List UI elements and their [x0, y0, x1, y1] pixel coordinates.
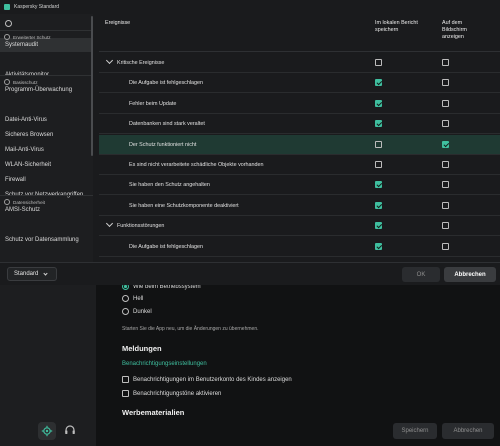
on-screen-checkbox[interactable] — [442, 161, 449, 168]
radio-icon — [122, 295, 129, 302]
chevron-down-icon[interactable] — [105, 56, 114, 65]
local-report-checkbox[interactable] — [375, 140, 382, 148]
cancel-button[interactable]: Abbrechen — [444, 267, 496, 282]
event-label: Sie haben eine Schutzkomponente deaktivi… — [129, 202, 239, 209]
child-notifications-label: Benachrichtigungen im Benutzerkonto des … — [133, 376, 292, 383]
table-row[interactable]: Datenbanken sind stark veraltet — [99, 114, 500, 135]
local-report-checkbox[interactable] — [375, 242, 382, 250]
headset-icon[interactable] — [64, 424, 76, 436]
table-row[interactable]: Sie haben den Schutz angehalten — [99, 175, 500, 196]
gear-icon — [41, 425, 53, 437]
title-bar: Kaspersky Standard — [0, 0, 500, 14]
window-title: Kaspersky Standard — [14, 4, 60, 10]
group-row[interactable]: Funktionsstörungen — [99, 216, 500, 237]
components-sidebar: SystemauditErweiterter SchutzAktivitätsm… — [0, 14, 93, 262]
theme-radio-light[interactable]: Hell — [122, 295, 143, 302]
settings-button[interactable] — [38, 422, 56, 440]
header-on-screen: Auf dem Bildschirm anzeigen — [442, 20, 467, 40]
notification-sounds-checkbox[interactable]: Benachrichtigungstöne aktivieren — [122, 390, 221, 397]
event-label: Die Aufgabe ist fehlgeschlagen — [129, 243, 204, 250]
on-screen-checkbox[interactable] — [442, 140, 449, 148]
on-screen-checkbox[interactable] — [442, 222, 449, 230]
shield-icon — [4, 199, 10, 205]
header-local-report: Im lokalen Bericht speichern — [375, 20, 418, 33]
on-screen-checkbox[interactable] — [442, 242, 449, 250]
sidebar-section-label: Basisschutz — [13, 79, 38, 85]
event-label: Datenbanken sind stark veraltet — [129, 121, 205, 128]
table-header: Ereignisse Im lokalen Bericht speichern … — [99, 14, 500, 52]
table-row[interactable]: Fehler beim Update — [99, 94, 500, 114]
event-label: Die Aufgabe ist fehlgeschlagen — [129, 80, 204, 87]
local-report-checkbox[interactable] — [375, 99, 382, 107]
on-screen-checkbox[interactable] — [442, 59, 449, 66]
sidebar-section-label: Datensicherheit — [13, 199, 45, 205]
notification-settings-link[interactable]: Benachrichtigungseinstellungen — [122, 361, 207, 367]
table-row[interactable]: Sie haben eine Schutzkomponente deaktivi… — [99, 196, 500, 216]
chevron-down-icon[interactable] — [105, 220, 114, 228]
shield-icon — [5, 20, 12, 27]
sidebar-item[interactable]: Firewall — [0, 173, 93, 187]
restart-note: Starten Sie die App neu, um die Änderung… — [122, 326, 259, 332]
event-label: Sie haben den Schutz angehalten — [129, 182, 210, 189]
preset-select-value: Standard — [14, 271, 39, 277]
local-report-checkbox[interactable] — [375, 222, 382, 230]
events-table: Ereignisse Im lokalen Bericht speichern … — [99, 14, 500, 262]
sidebar-item[interactable]: WLAN-Sicherheit — [0, 158, 93, 172]
event-label: Kritische Ereignisse — [117, 60, 165, 66]
local-report-checkbox[interactable] — [375, 79, 382, 87]
sidebar-section-label: Erweiterter Schutz — [13, 34, 51, 40]
theme-radio-dark-label: Dunkel — [133, 308, 152, 315]
table-row[interactable]: Der Schutz funktioniert nicht — [99, 134, 500, 155]
sidebar-item[interactable]: Sicheres Browsen — [0, 128, 93, 142]
shield-icon — [4, 34, 10, 40]
save-button[interactable]: Speichern — [393, 423, 437, 439]
sidebar-item[interactable]: Datei-Anti-Virus — [0, 113, 93, 127]
checkbox-icon — [122, 376, 129, 383]
event-label: Funktionsstörungen — [117, 223, 165, 230]
on-screen-checkbox[interactable] — [442, 79, 449, 87]
ok-button[interactable]: OK — [402, 267, 440, 282]
background-cancel-button[interactable]: Abbrechen — [442, 423, 494, 439]
child-notifications-checkbox[interactable]: Benachrichtigungen im Benutzerkonto des … — [122, 376, 292, 383]
event-label: Der Schutz funktioniert nicht — [129, 141, 197, 148]
event-label: Fehler beim Update — [129, 100, 177, 107]
local-report-checkbox[interactable] — [375, 201, 382, 209]
shield-icon — [4, 79, 10, 85]
local-report-checkbox[interactable] — [375, 181, 382, 189]
sidebar-item[interactable]: Mail-Anti-Virus — [0, 143, 93, 157]
notifications-heading: Meldungen — [122, 344, 162, 353]
promo-heading: Werbematerialien — [122, 408, 185, 417]
theme-radio-dark[interactable]: Dunkel — [122, 308, 152, 315]
sidebar-scrollbar[interactable] — [91, 16, 93, 156]
sidebar-section: Datensicherheit — [0, 196, 93, 208]
local-report-checkbox[interactable] — [375, 161, 382, 168]
header-events: Ereignisse — [105, 20, 131, 26]
on-screen-checkbox[interactable] — [442, 99, 449, 107]
on-screen-checkbox[interactable] — [442, 201, 449, 209]
on-screen-checkbox[interactable] — [442, 181, 449, 189]
preset-select[interactable]: Standard — [7, 267, 57, 281]
checkbox-icon — [122, 390, 129, 397]
sidebar-section: Erweiterter Schutz — [0, 31, 93, 43]
notification-sounds-label: Benachrichtigungstöne aktivieren — [133, 390, 222, 397]
sidebar-section: Basisschutz — [0, 76, 93, 88]
table-row[interactable]: Die Aufgabe ist fehlgeschlagen — [99, 237, 500, 257]
group-row[interactable]: Kritische Ereignisse — [99, 53, 500, 73]
theme-radio-light-label: Hell — [133, 295, 144, 302]
chevron-down-icon — [43, 270, 48, 276]
sidebar-item[interactable]: Schutz vor Datensammlung — [0, 233, 93, 247]
kaspersky-logo-icon — [4, 4, 10, 10]
event-label: Es sind nicht verarbeitete schädliche Ob… — [129, 162, 264, 168]
notification-settings-dialog: Kaspersky Standard Systemaudit Erweiterte… — [0, 0, 500, 285]
radio-icon — [122, 308, 129, 315]
local-report-checkbox[interactable] — [375, 120, 382, 128]
table-row[interactable]: Es sind nicht verarbeitete schädliche Ob… — [99, 155, 500, 175]
local-report-checkbox[interactable] — [375, 59, 382, 66]
table-row[interactable]: Die Aufgabe ist fehlgeschlagen — [99, 73, 500, 94]
dialog-footer: Standard OK Abbrechen — [0, 262, 500, 285]
on-screen-checkbox[interactable] — [442, 120, 449, 128]
